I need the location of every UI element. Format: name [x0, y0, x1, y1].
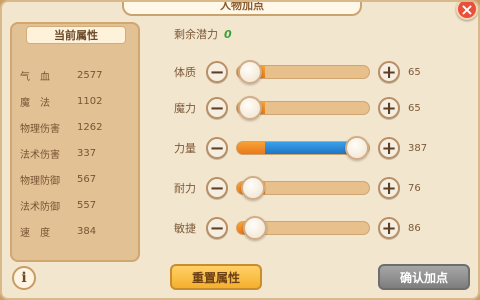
increase-button[interactable]: +: [378, 137, 400, 159]
current-attributes-header: 当前属性: [26, 26, 126, 44]
plus-icon: +: [381, 217, 397, 239]
stat-label: 魔 法: [20, 97, 50, 109]
slider-fill: [237, 142, 357, 154]
plus-icon: +: [381, 61, 397, 83]
minus-icon: −: [209, 177, 225, 199]
stat-label: 物理防御: [20, 175, 60, 187]
stat-row: 物理防御 567: [12, 166, 142, 192]
decrease-button[interactable]: −: [206, 137, 228, 159]
stat-label: 速 度: [20, 227, 50, 239]
stat-row: 速 度 384: [12, 218, 142, 244]
allocation-panel: 剩余潜力 0 体质 − + 65 魔力 − + 65 力量 − + 387 耐力…: [152, 12, 477, 262]
decrease-button[interactable]: −: [206, 61, 228, 83]
attribute-label: 敏捷: [174, 222, 196, 235]
stat-row: 法术伤害 337: [12, 140, 142, 166]
attribute-row-magic: 魔力 − + 65: [174, 96, 474, 120]
attribute-slider[interactable]: [236, 96, 370, 120]
attribute-row-endurance: 耐力 − + 76: [174, 176, 474, 200]
minus-icon: −: [209, 61, 225, 83]
remaining-potential: 剩余潜力 0: [174, 26, 232, 42]
attribute-value: 65: [408, 66, 421, 78]
slider-handle[interactable]: [243, 216, 268, 240]
confirm-allocation-button[interactable]: 确认加点: [378, 264, 470, 290]
remaining-potential-value: 0: [224, 27, 232, 41]
stat-label: 法术伤害: [20, 149, 60, 161]
remaining-potential-label: 剩余潜力: [174, 28, 218, 41]
minus-icon: −: [209, 97, 225, 119]
attribute-label: 力量: [174, 142, 196, 155]
stat-value: 337: [77, 147, 97, 159]
slider-handle[interactable]: [238, 96, 263, 120]
increase-button[interactable]: +: [378, 177, 400, 199]
stat-value: 2577: [77, 69, 103, 81]
slider-fill-base: [237, 142, 265, 154]
stat-label: 法术防御: [20, 201, 60, 213]
stat-row: 物理伤害 1262: [12, 114, 142, 140]
info-button[interactable]: i: [12, 266, 36, 290]
stat-row: 法术防御 557: [12, 192, 142, 218]
plus-icon: +: [381, 177, 397, 199]
decrease-button[interactable]: −: [206, 97, 228, 119]
attribute-value: 65: [408, 102, 421, 114]
minus-icon: −: [209, 137, 225, 159]
stat-row: 气 血 2577: [12, 62, 142, 88]
stat-label: 物理伤害: [20, 123, 60, 135]
stat-value: 1262: [77, 121, 103, 133]
attribute-slider[interactable]: [236, 216, 370, 240]
attribute-row-strength: 力量 − + 387: [174, 136, 474, 160]
attribute-slider[interactable]: [236, 60, 370, 84]
stat-list: 气 血 2577 魔 法 1102 物理伤害 1262 法术伤害 337 物理防…: [12, 62, 142, 244]
stat-label: 气 血: [20, 71, 50, 83]
stat-value: 1102: [77, 95, 103, 107]
current-attributes-panel: 当前属性 气 血 2577 魔 法 1102 物理伤害 1262 法术伤害 33…: [10, 22, 140, 262]
slider-handle[interactable]: [345, 136, 369, 160]
increase-button[interactable]: +: [378, 61, 400, 83]
attribute-label: 魔力: [174, 102, 196, 115]
reset-attributes-button[interactable]: 重置属性: [170, 264, 262, 290]
attribute-slider[interactable]: [236, 136, 370, 160]
attribute-label: 耐力: [174, 182, 196, 195]
attribute-row-agility: 敏捷 − + 86: [174, 216, 474, 240]
attribute-slider[interactable]: [236, 176, 370, 200]
info-icon: i: [21, 270, 27, 286]
stat-value: 384: [77, 225, 97, 237]
attribute-label: 体质: [174, 66, 196, 79]
plus-icon: +: [381, 137, 397, 159]
stat-value: 557: [77, 199, 97, 211]
decrease-button[interactable]: −: [206, 217, 228, 239]
attribute-window: 人物加点 × 当前属性 气 血 2577 魔 法 1102 物理伤害 1262 …: [0, 0, 480, 300]
slider-handle[interactable]: [238, 60, 263, 84]
attribute-row-constitution: 体质 − + 65: [174, 60, 474, 84]
minus-icon: −: [209, 217, 225, 239]
increase-button[interactable]: +: [378, 217, 400, 239]
attribute-value: 86: [408, 222, 421, 234]
slider-handle[interactable]: [240, 176, 265, 200]
stat-value: 567: [77, 173, 97, 185]
stat-row: 魔 法 1102: [12, 88, 142, 114]
decrease-button[interactable]: −: [206, 177, 228, 199]
attribute-value: 387: [408, 142, 428, 154]
increase-button[interactable]: +: [378, 97, 400, 119]
attribute-value: 76: [408, 182, 421, 194]
plus-icon: +: [381, 97, 397, 119]
